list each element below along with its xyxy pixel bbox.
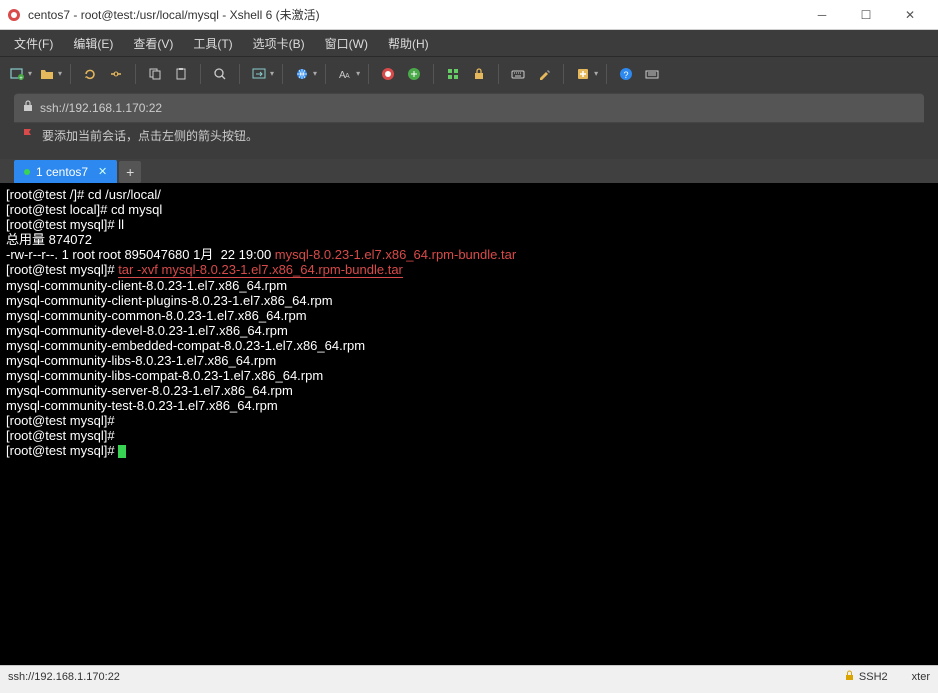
status-bar: ssh://192.168.1.170:22 SSH2 xter: [0, 665, 938, 687]
dropdown-icon[interactable]: ▾: [356, 69, 360, 78]
terminal-line: 总用量 874072: [6, 232, 932, 247]
transfer-icon[interactable]: [248, 63, 270, 85]
svg-text:?: ?: [624, 70, 629, 80]
menu-edit[interactable]: 编辑(E): [63, 31, 123, 56]
menu-file[interactable]: 文件(F): [4, 31, 63, 56]
svg-text:+: +: [19, 76, 23, 82]
lock-icon: [844, 670, 855, 684]
disconnect-icon[interactable]: [105, 63, 127, 85]
terminal-line: [root@test mysql]# ll: [6, 217, 932, 232]
tab-strip: 1 centos7 ✕ +: [0, 159, 938, 183]
open-folder-icon[interactable]: [36, 63, 58, 85]
reconnect-icon[interactable]: [79, 63, 101, 85]
tab-label: 1 centos7: [36, 165, 88, 179]
svg-text:A: A: [345, 73, 350, 80]
lock-icon[interactable]: [468, 63, 490, 85]
terminal-line: [root@test mysql]#: [6, 428, 932, 443]
address-bar[interactable]: ssh://192.168.1.170:22: [14, 93, 924, 123]
terminal-output[interactable]: [root@test /]# cd /usr/local/[root@test …: [0, 183, 938, 665]
address-url: ssh://192.168.1.170:22: [40, 101, 162, 115]
copy-icon[interactable]: [144, 63, 166, 85]
terminal-line: mysql-community-libs-8.0.23-1.el7.x86_64…: [6, 353, 932, 368]
add-button-icon[interactable]: [572, 63, 594, 85]
status-dot-icon: [24, 169, 30, 175]
terminal-line: mysql-community-libs-compat-8.0.23-1.el7…: [6, 368, 932, 383]
menubar: 文件(F) 编辑(E) 查看(V) 工具(T) 选项卡(B) 窗口(W) 帮助(…: [0, 30, 938, 56]
settings-icon[interactable]: [641, 63, 663, 85]
status-term: xter: [912, 671, 930, 683]
terminal-line: [root@test mysql]# tar -xvf mysql-8.0.23…: [6, 262, 932, 278]
status-ssh: SSH2: [859, 671, 888, 683]
dropdown-icon[interactable]: ▾: [594, 69, 598, 78]
tab-close-icon[interactable]: ✕: [98, 165, 107, 178]
terminal-line: mysql-community-client-plugins-8.0.23-1.…: [6, 293, 932, 308]
terminal-line: mysql-community-client-8.0.23-1.el7.x86_…: [6, 278, 932, 293]
menu-tools[interactable]: 工具(T): [183, 31, 242, 56]
dropdown-icon[interactable]: ▾: [58, 69, 62, 78]
dropdown-icon[interactable]: ▾: [28, 69, 32, 78]
font-icon[interactable]: AA: [334, 63, 356, 85]
keyboard-icon[interactable]: [507, 63, 529, 85]
add-tab-button[interactable]: +: [119, 161, 141, 183]
terminal-line: [root@test mysql]#: [6, 413, 932, 428]
maximize-button[interactable]: ☐: [844, 1, 888, 29]
terminal-cursor: [118, 445, 126, 458]
tile-icon[interactable]: [442, 63, 464, 85]
xshell-icon[interactable]: [377, 63, 399, 85]
menu-tabs[interactable]: 选项卡(B): [243, 31, 315, 56]
minimize-button[interactable]: ─: [800, 1, 844, 29]
hint-bar: 要添加当前会话，点击左侧的箭头按钮。: [14, 123, 924, 151]
terminal-line: [root@test mysql]#: [6, 443, 932, 458]
hint-text: 要添加当前会话，点击左侧的箭头按钮。: [42, 127, 258, 144]
globe-icon[interactable]: [291, 63, 313, 85]
app-icon: [6, 7, 22, 23]
terminal-line: mysql-community-test-8.0.23-1.el7.x86_64…: [6, 398, 932, 413]
lock-icon: [22, 99, 34, 117]
arrow-flag-icon[interactable]: [22, 127, 36, 144]
dropdown-icon[interactable]: ▾: [313, 69, 317, 78]
xftp-icon[interactable]: [403, 63, 425, 85]
terminal-line: mysql-community-server-8.0.23-1.el7.x86_…: [6, 383, 932, 398]
terminal-line: [root@test /]# cd /usr/local/: [6, 187, 932, 202]
search-icon[interactable]: [209, 63, 231, 85]
toolbar: +▾ ▾ ▾ ▾ AA▾ ▾ ?: [0, 56, 938, 90]
dropdown-icon[interactable]: ▾: [270, 69, 274, 78]
new-session-icon[interactable]: +: [6, 63, 28, 85]
terminal-line: mysql-community-embedded-compat-8.0.23-1…: [6, 338, 932, 353]
menu-window[interactable]: 窗口(W): [315, 31, 378, 56]
titlebar: centos7 - root@test:/usr/local/mysql - X…: [0, 0, 938, 30]
highlight-icon[interactable]: [533, 63, 555, 85]
help-icon[interactable]: ?: [615, 63, 637, 85]
terminal-line: mysql-community-devel-8.0.23-1.el7.x86_6…: [6, 323, 932, 338]
window-title: centos7 - root@test:/usr/local/mysql - X…: [28, 6, 800, 23]
paste-icon[interactable]: [170, 63, 192, 85]
status-address: ssh://192.168.1.170:22: [8, 671, 120, 683]
session-tab[interactable]: 1 centos7 ✕: [14, 160, 117, 183]
terminal-line: mysql-community-common-8.0.23-1.el7.x86_…: [6, 308, 932, 323]
menu-help[interactable]: 帮助(H): [378, 31, 439, 56]
terminal-line: -rw-r--r--. 1 root root 895047680 1月 22 …: [6, 247, 932, 262]
terminal-line: [root@test local]# cd mysql: [6, 202, 932, 217]
close-button[interactable]: ✕: [888, 1, 932, 29]
menu-view[interactable]: 查看(V): [123, 31, 183, 56]
